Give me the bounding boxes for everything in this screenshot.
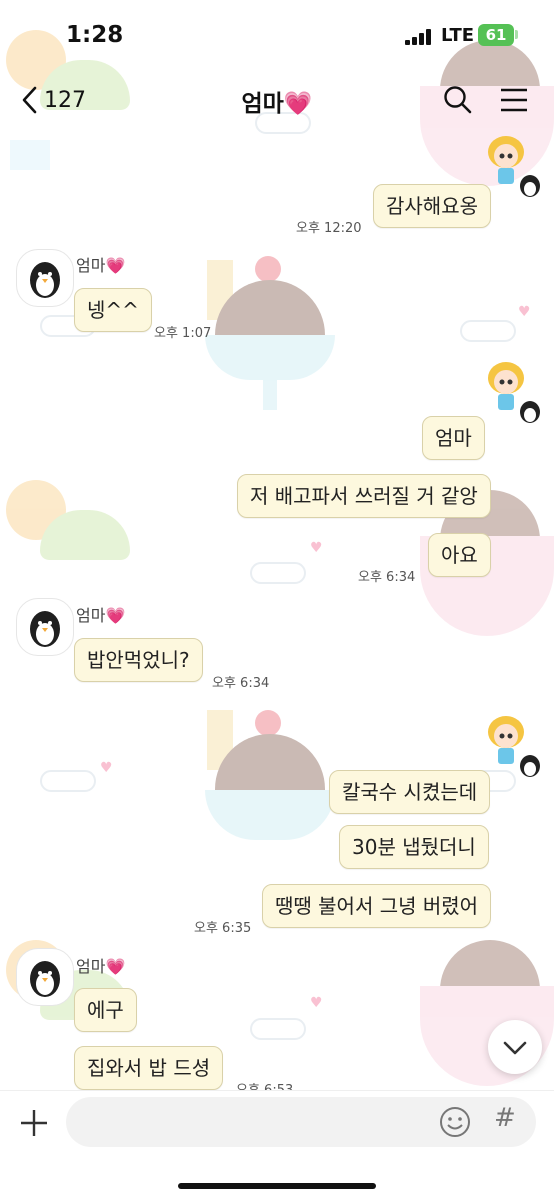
message-input-bar: #: [0, 1090, 554, 1201]
my-message[interactable]: 엄마: [422, 416, 485, 460]
my-message[interactable]: 30분 냅뒀더니: [339, 825, 489, 869]
emoji-icon: [440, 1107, 470, 1137]
avatar[interactable]: [16, 598, 74, 656]
emoji-button[interactable]: [438, 1105, 472, 1139]
received-message[interactable]: 밥안먹었니?: [74, 638, 203, 682]
heart-icon: 💗: [105, 957, 126, 976]
message-timestamp: 오후 6:35: [194, 921, 252, 936]
menu-button[interactable]: [496, 82, 532, 118]
heart-icon: 💗: [105, 606, 126, 625]
sender-name-text: 엄마: [76, 606, 106, 625]
signal-icon: [405, 29, 433, 45]
home-indicator: [178, 1183, 376, 1189]
chevron-down-icon: [503, 1041, 527, 1055]
chat-title: 엄마: [241, 91, 284, 117]
message-timestamp: 오후 6:34: [212, 676, 270, 691]
received-message[interactable]: 넹^^: [74, 288, 152, 332]
message-timestamp: 오후 12:20: [296, 221, 362, 236]
scroll-to-bottom-button[interactable]: [488, 1020, 542, 1074]
avatar[interactable]: [16, 249, 74, 307]
received-message[interactable]: 에구: [74, 988, 137, 1032]
my-message[interactable]: 칼국수 시켰는데: [329, 770, 491, 814]
hash-icon[interactable]: #: [494, 1103, 516, 1133]
my-message[interactable]: 저 배고파서 쓰러질 거 같앙: [237, 474, 491, 518]
menu-icon: [501, 88, 527, 112]
sender-name-text: 엄마: [76, 957, 106, 976]
chat-header: 127 엄마💗: [0, 72, 554, 128]
my-message[interactable]: 아요: [428, 533, 491, 577]
battery-level: 61: [485, 26, 507, 44]
network-type: LTE: [441, 25, 475, 46]
sender-name: 엄마💗: [76, 602, 125, 626]
avatar[interactable]: [16, 948, 74, 1006]
search-button[interactable]: [440, 82, 476, 118]
battery-icon: 61: [478, 24, 514, 46]
message-timestamp: 오후 6:53: [236, 1079, 293, 1090]
sender-name-text: 엄마: [76, 256, 106, 275]
heart-icon: 💗: [283, 91, 313, 117]
message-timestamp: 오후 6:34: [358, 570, 416, 585]
sender-name: 엄마💗: [76, 953, 125, 977]
status-time: 1:28: [66, 22, 124, 48]
plus-button[interactable]: [16, 1105, 52, 1141]
my-character-avatar: [478, 356, 542, 430]
plus-icon: [21, 1110, 47, 1136]
status-bar: 1:28 LTE 61: [0, 0, 554, 72]
received-message[interactable]: 집와서 밥 드셩: [74, 1046, 224, 1090]
message-timestamp: 오후 1:07: [154, 326, 212, 341]
my-message[interactable]: 감사해요옹: [373, 184, 491, 228]
sender-name: 엄마💗: [76, 252, 125, 276]
battery-tip: [515, 30, 518, 39]
my-message[interactable]: 땡땡 불어서 그녕 버렸어: [262, 884, 492, 928]
heart-icon: 💗: [105, 256, 126, 275]
message-list[interactable]: 감사해요옹 오후 12:20 엄마💗 넹^^ 오후 1:07 엄마 저 배고파서…: [0, 128, 554, 1090]
search-icon: [444, 86, 472, 114]
